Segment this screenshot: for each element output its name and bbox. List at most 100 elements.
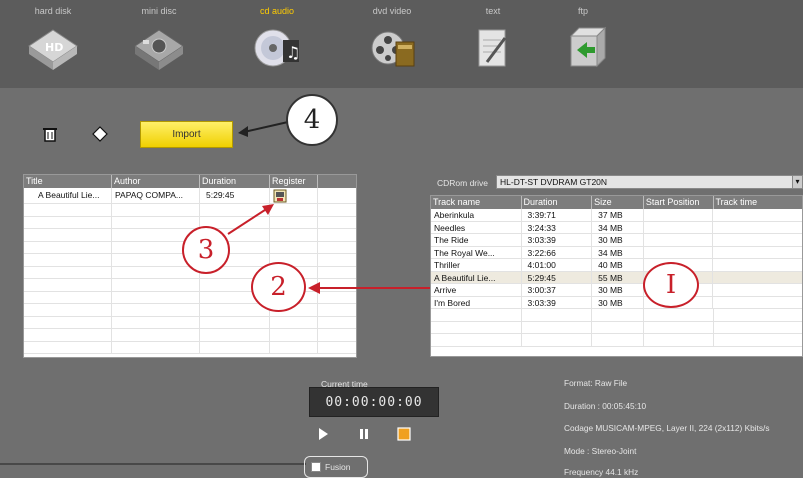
tab-label: mini disc [141, 6, 177, 16]
cell-track-name: Aberinkula [431, 209, 522, 221]
column-start-position[interactable]: Start Position [644, 196, 714, 209]
tab-label: hard disk [34, 6, 72, 16]
cell-duration: 3:22:66 [522, 246, 593, 258]
tab-label: cd audio [259, 6, 295, 16]
mini-disc-icon [134, 29, 184, 70]
callout-arrow-3 [227, 204, 274, 235]
stop-icon[interactable] [397, 427, 411, 441]
callout-2: 2 [251, 262, 306, 312]
info-codec: Codage MUSICAM-MPEG, Layer II, 224 (2x11… [564, 423, 770, 433]
cell-duration: 3:24:33 [522, 221, 593, 233]
table-row-selected[interactable]: A Beautiful Lie... 5:29:45 55 MB [431, 271, 802, 284]
cdrom-drive-label: CDRom drive [437, 178, 489, 188]
column-title[interactable]: Title [24, 175, 112, 188]
column-size[interactable]: Size [592, 196, 644, 209]
cell-track-name: A Beautiful Lie... [431, 271, 522, 283]
import-button[interactable]: Import [140, 121, 233, 148]
cd-audio-icon: ♫ [254, 29, 300, 67]
table-row[interactable]: A Beautiful Lie... PAPAQ COMPA... 5:29:4… [24, 188, 356, 204]
tab-label: dvd video [372, 6, 412, 16]
cell-title: A Beautiful Lie... [24, 188, 112, 203]
cell-duration: 3:03:39 [522, 296, 593, 308]
table-row [24, 204, 356, 217]
cell-track-name: Arrive [431, 284, 522, 296]
column-register[interactable]: Register [270, 175, 318, 188]
cell-size: 40 MB [592, 259, 644, 271]
tab-dvd-video[interactable]: dvd video [347, 6, 437, 76]
tab-text[interactable]: text [448, 6, 538, 76]
svg-text:♫: ♫ [286, 43, 300, 62]
info-mode: Mode : Stereo-Joint [564, 446, 637, 456]
table-row[interactable]: Aberinkula 3:39:71 37 MB [431, 209, 802, 222]
cell-track-name: The Ride [431, 234, 522, 246]
fusion-checkbox[interactable]: Fusion [304, 456, 368, 478]
text-icon [478, 29, 507, 67]
table-row[interactable]: Needles 3:24:33 34 MB [431, 221, 802, 234]
table-row [24, 341, 356, 354]
tab-ftp[interactable]: ftp [538, 6, 628, 76]
cell-track-name: Needles [431, 221, 522, 233]
cell-duration: 3:39:71 [522, 209, 593, 221]
column-track-time[interactable]: Track time [714, 196, 803, 209]
hard-disk-icon: HD [28, 29, 78, 70]
current-time-display: 00:00:00:00 [309, 387, 439, 417]
checkbox-box[interactable] [311, 462, 321, 472]
ftp-icon [569, 26, 607, 68]
cd-track-table[interactable]: Track name Duration Size Start Position … [430, 195, 803, 357]
tab-hard-disk[interactable]: hard disk HD [8, 6, 98, 76]
table-row [431, 321, 802, 334]
table-row[interactable]: Thriller 4:01:00 40 MB [431, 259, 802, 272]
table-header: Title Author Duration Register [24, 175, 356, 188]
pause-icon[interactable] [357, 427, 371, 441]
cell-size: 30 MB [592, 284, 644, 296]
cdrom-drive-select[interactable]: HL-DT-ST DVDRAM GT20N ▾ [496, 175, 803, 189]
cell-duration: 3:03:39 [522, 234, 593, 246]
info-frequency: Frequency 44.1 kHz [564, 467, 639, 477]
cell-track-name: I'm Bored [431, 296, 522, 308]
callout-1: I [643, 262, 699, 308]
fusion-leader-line [0, 463, 306, 465]
source-bar: hard disk HD mini disc cd audio ♫ dvd vi… [0, 0, 803, 88]
cell-size: 55 MB [592, 271, 644, 283]
tab-mini-disc[interactable]: mini disc [114, 6, 204, 76]
column-duration[interactable]: Duration [200, 175, 270, 188]
column-track-name[interactable]: Track name [431, 196, 522, 209]
callout-3: 3 [182, 226, 230, 274]
cell-duration: 4:01:00 [522, 259, 593, 271]
info-format: Format: Raw File [564, 378, 628, 388]
table-row [24, 216, 356, 229]
cell-track-name: The Royal We... [431, 246, 522, 258]
tab-cd-audio[interactable]: cd audio ♫ [232, 6, 322, 76]
cell-size: 37 MB [592, 209, 644, 221]
table-row[interactable]: Arrive 3:00:37 30 MB [431, 284, 802, 297]
tab-label: ftp [577, 6, 588, 16]
table-row [431, 309, 802, 322]
cell-size: 34 MB [592, 221, 644, 233]
cell-track-name: Thriller [431, 259, 522, 271]
callout-arrow-4 [238, 121, 289, 137]
table-header: Track name Duration Size Start Position … [431, 196, 802, 209]
fusion-label: Fusion [325, 462, 351, 472]
table-row[interactable]: The Ride 3:03:39 30 MB [431, 234, 802, 247]
cell-duration: 5:29:45 [522, 271, 593, 283]
callout-4: 4 [286, 94, 338, 146]
svg-text:HD: HD [45, 41, 63, 54]
table-row[interactable]: I'm Bored 3:03:39 30 MB [431, 296, 802, 309]
table-row[interactable]: The Royal We... 3:22:66 34 MB [431, 246, 802, 259]
column-duration[interactable]: Duration [522, 196, 593, 209]
cdrom-drive-value: HL-DT-ST DVDRAM GT20N [500, 177, 608, 187]
play-icon[interactable] [316, 427, 330, 441]
dvd-video-icon [371, 31, 415, 67]
cell-author: PAPAQ COMPA... [112, 188, 200, 203]
column-author[interactable]: Author [112, 175, 200, 188]
info-duration: Duration : 00:05:45:10 [564, 401, 647, 411]
cell-size: 30 MB [592, 296, 644, 308]
cell-size: 30 MB [592, 234, 644, 246]
delete-icon[interactable] [40, 124, 60, 144]
clear-icon[interactable] [90, 124, 110, 144]
table-row [24, 329, 356, 342]
table-row [24, 316, 356, 329]
tab-label: text [485, 6, 501, 16]
table-row [24, 304, 356, 317]
chevron-down-icon[interactable]: ▾ [792, 176, 802, 188]
